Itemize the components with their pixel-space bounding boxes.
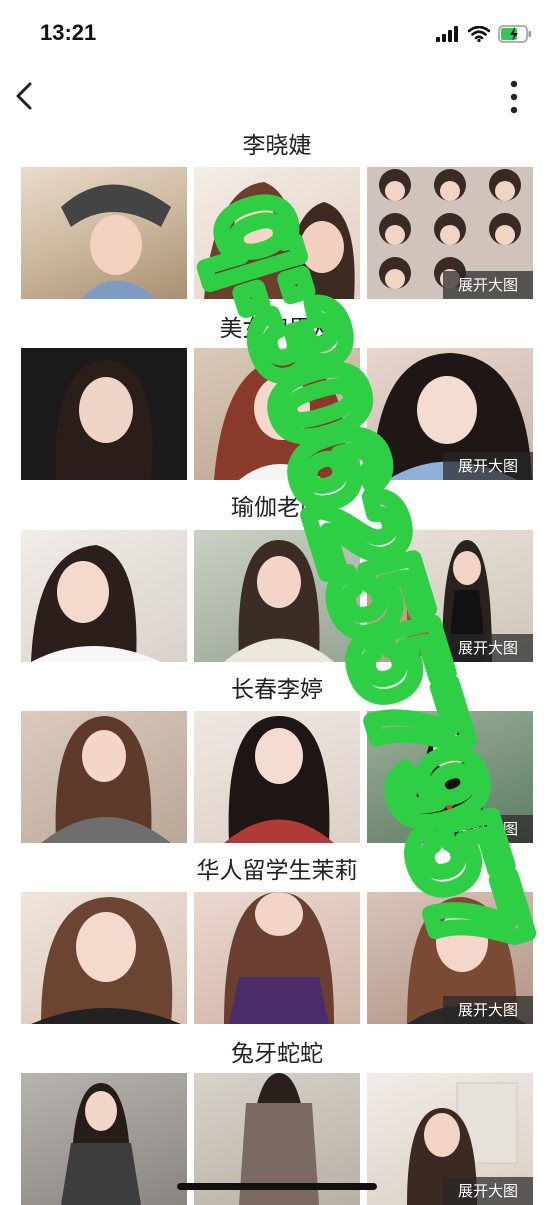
expand-large-image-button[interactable]: 展开大图: [443, 1177, 533, 1205]
photo-placeholder: [61, 184, 171, 299]
photo-placeholder: [31, 545, 161, 662]
photo-placeholder: [224, 540, 334, 662]
back-button[interactable]: [6, 76, 46, 116]
more-options-button[interactable]: [496, 76, 532, 118]
photo-tile[interactable]: [194, 348, 360, 480]
status-time: 13:21: [40, 20, 97, 45]
expand-large-image-button[interactable]: 展开大图: [443, 815, 533, 843]
section-title: 瑜伽老师: [231, 495, 323, 521]
photo-tile[interactable]: [21, 530, 187, 662]
section-title: 李晓婕: [242, 133, 312, 159]
photo-tile[interactable]: [194, 530, 360, 662]
photo-placeholder: [224, 716, 334, 843]
photo-tile[interactable]: [194, 892, 360, 1024]
section-title: 美女和男友: [219, 316, 335, 342]
status-icons: [436, 22, 532, 46]
photo-tile[interactable]: [21, 711, 187, 843]
section-title: 兔牙蛇蛇: [231, 1041, 323, 1067]
photo-tile[interactable]: [194, 711, 360, 843]
photo-tile[interactable]: [21, 348, 187, 480]
photo-tile[interactable]: 展开大图: [367, 348, 533, 480]
chevron-left-icon: [16, 82, 32, 110]
photo-placeholder: [41, 716, 171, 843]
photo-tile[interactable]: 展开大图: [367, 892, 533, 1024]
wifi-icon: [468, 26, 490, 42]
photo-tile[interactable]: 展开大图: [367, 1073, 533, 1205]
section-title: 华人留学生茉莉: [196, 858, 358, 884]
expand-large-image-button[interactable]: 展开大图: [443, 996, 533, 1024]
more-vertical-icon: [510, 80, 518, 114]
photo-placeholder: [204, 182, 355, 299]
expand-large-image-button[interactable]: 展开大图: [443, 271, 533, 299]
expand-large-image-button[interactable]: 展开大图: [443, 634, 533, 662]
photo-placeholder: [55, 360, 153, 480]
status-bar: 13:21: [0, 0, 554, 62]
cellular-signal-icon: [436, 26, 458, 42]
home-indicator[interactable]: [177, 1183, 377, 1190]
photo-tile[interactable]: 展开大图: [367, 711, 533, 843]
battery-charging-icon: [498, 25, 531, 43]
section-title: 长春李婷: [231, 677, 323, 703]
expand-large-image-button[interactable]: 展开大图: [443, 452, 533, 480]
photo-placeholder: [61, 1083, 141, 1205]
photo-tile[interactable]: 展开大图: [367, 167, 533, 299]
photo-tile[interactable]: [194, 167, 360, 299]
photo-tile[interactable]: [21, 892, 187, 1024]
photo-tile[interactable]: 展开大图: [367, 530, 533, 662]
photo-placeholder: [214, 358, 346, 480]
photo-tile[interactable]: [21, 167, 187, 299]
photo-placeholder: [224, 892, 334, 1024]
photo-placeholder: [31, 897, 181, 1024]
photo-tile[interactable]: [21, 1073, 187, 1205]
navigation-bar: [0, 62, 554, 132]
